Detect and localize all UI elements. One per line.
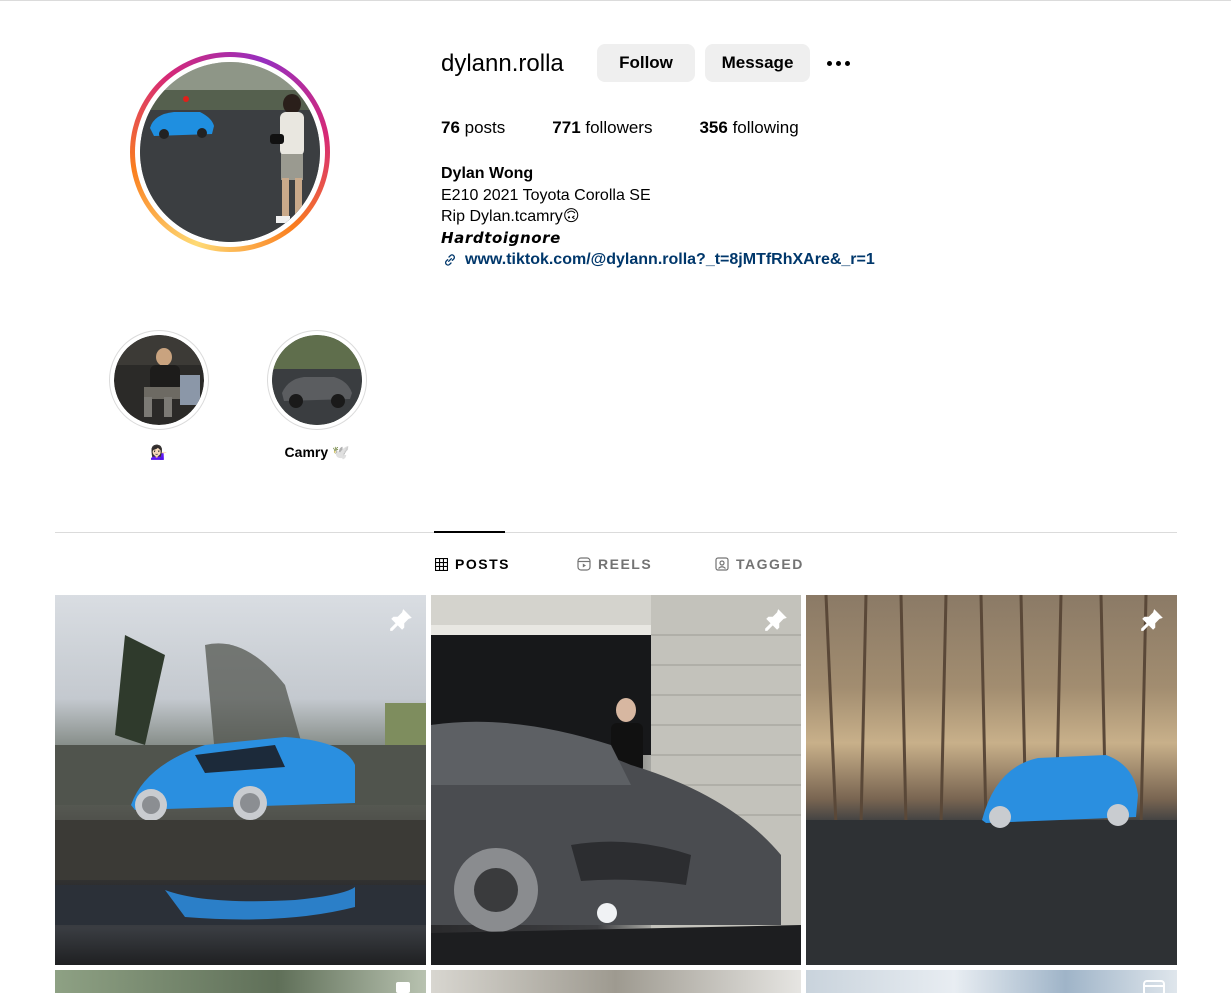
follow-button[interactable]: Follow — [597, 44, 695, 82]
bio-line-3: Hardtoignore — [441, 228, 561, 247]
more-options-icon[interactable] — [822, 52, 854, 74]
highlight-2-label: Camry 🕊️ — [284, 444, 350, 460]
pinned-icon — [765, 609, 787, 631]
post-1-image — [55, 635, 426, 925]
profile-avatar-story-ring[interactable] — [130, 52, 330, 252]
highlight-2-cover — [272, 335, 362, 425]
bio-line-1: E210 2021 Toyota Corolla SE — [441, 186, 651, 204]
post-2-image — [431, 595, 801, 965]
bio-line-2-text: Rip Dylan.tcamry — [441, 208, 563, 225]
dot — [826, 60, 832, 66]
tab-tagged[interactable]: TAGGED — [715, 556, 804, 572]
highlight-1-cover — [114, 335, 204, 425]
stat-followers-count: 771 — [552, 118, 581, 137]
profile-bio: Dylan Wong E210 2021 Toyota Corolla SE R… — [441, 163, 875, 271]
reels-icon — [577, 557, 591, 571]
avatar-gap — [135, 57, 325, 247]
tabs-divider — [55, 532, 1177, 533]
link-icon — [445, 254, 455, 266]
stat-following-label: following — [727, 118, 799, 137]
dot — [844, 60, 850, 66]
tagged-icon — [715, 557, 729, 571]
highlight-1[interactable]: 💁🏻‍♀️ — [109, 330, 209, 461]
profile-full-name: Dylan Wong — [441, 165, 534, 182]
bio-link[interactable]: www.tiktok.com/@dylann.rolla?_t=8jMTfRhX… — [441, 249, 875, 271]
stat-posts-label: posts — [459, 118, 506, 137]
grid-icon — [435, 557, 448, 571]
post-thumbnail[interactable] — [806, 970, 1177, 993]
bio-link-text: www.tiktok.com/@dylann.rolla?_t=8jMTfRhX… — [465, 251, 875, 268]
post-3-image — [806, 595, 1177, 965]
stat-followers-label: followers — [580, 118, 653, 137]
tab-reels-label: REELS — [598, 556, 653, 572]
stat-posts-count: 76 — [441, 118, 460, 137]
highlight-1-label: 💁🏻‍♀️ — [150, 444, 168, 460]
avatar — [140, 62, 320, 242]
pinned-icon — [390, 609, 412, 631]
stat-followers[interactable]: 771 followers — [552, 118, 652, 138]
stat-posts: 76 posts — [441, 118, 505, 138]
profile-stats: 76 posts 771 followers 356 following — [441, 118, 846, 138]
post-thumbnail[interactable] — [55, 970, 426, 993]
bio-line-2-emoji: 🙃 — [562, 208, 580, 225]
top-divider — [0, 0, 1231, 3]
bio-line-2: Rip Dylan.tcamry🙃 — [441, 206, 875, 228]
tab-posts-label: POSTS — [455, 556, 510, 572]
highlight-2[interactable]: Camry 🕊️ — [267, 330, 367, 461]
highlight-ring — [267, 330, 367, 430]
post-thumbnail[interactable] — [431, 970, 801, 993]
profile-username: dylann.rolla — [441, 50, 564, 77]
post-thumbnail[interactable] — [431, 595, 801, 965]
post-thumbnail[interactable] — [806, 595, 1177, 965]
stat-following[interactable]: 356 following — [699, 118, 798, 138]
reel-clip-icon — [1143, 980, 1165, 993]
active-tab-indicator — [434, 531, 505, 533]
message-button[interactable]: Message — [705, 44, 810, 82]
pinned-icon — [1141, 609, 1163, 631]
highlight-ring — [109, 330, 209, 430]
tab-tagged-label: TAGGED — [736, 556, 804, 572]
tab-reels[interactable]: REELS — [577, 556, 652, 572]
avatar-photo — [140, 62, 320, 242]
dot — [835, 60, 841, 66]
carousel-icon — [396, 982, 410, 993]
post-thumbnail[interactable] — [55, 595, 426, 965]
tab-posts[interactable]: POSTS — [435, 556, 510, 572]
stat-following-count: 356 — [699, 118, 728, 137]
